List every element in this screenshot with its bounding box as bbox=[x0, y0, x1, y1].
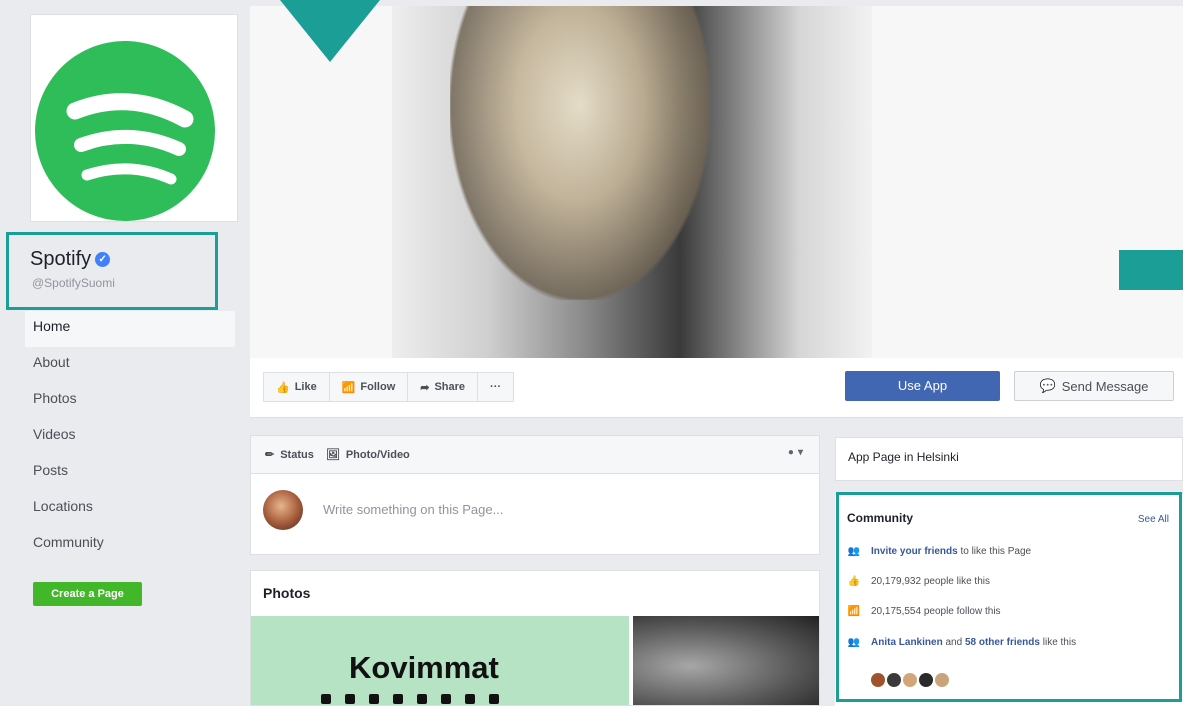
composer-body: Write something on this Page... bbox=[251, 474, 819, 554]
sidebar-item-photos[interactable]: Photos bbox=[25, 383, 235, 419]
spotify-logo bbox=[35, 41, 215, 221]
sidebar-item-videos[interactable]: Videos bbox=[25, 419, 235, 455]
page-actions: 👍 Like 📶 Follow ➦ Share ··· bbox=[263, 372, 515, 402]
more-options-button[interactable]: ··· bbox=[477, 372, 515, 402]
photo-tile-text: Kovimmat bbox=[349, 650, 499, 685]
tab-photo-video-label: Photo/Video bbox=[345, 448, 410, 461]
photo-tile-playlist[interactable]: Kovimmat bbox=[251, 616, 629, 705]
sidebar-item-posts[interactable]: Posts bbox=[25, 455, 235, 491]
cover-photo[interactable] bbox=[250, 0, 1183, 358]
share-arrow-icon: ➦ bbox=[420, 381, 430, 394]
about-card-text: App Page in Helsinki bbox=[848, 450, 959, 464]
like-label: Like bbox=[294, 381, 317, 393]
post-composer: ✏ Status 🖼 Photo/Video ● ▾ Write somethi… bbox=[250, 435, 820, 555]
verified-badge-icon: ✓ bbox=[95, 252, 111, 267]
composer-tabs: ✏ Status 🖼 Photo/Video ● ▾ bbox=[251, 436, 819, 474]
tab-status-label: Status bbox=[280, 448, 314, 461]
post-input[interactable]: Write something on this Page... bbox=[323, 502, 503, 517]
page-action-bar: 👍 Like 📶 Follow ➦ Share ··· Use App 💬 Se… bbox=[250, 358, 1183, 418]
tab-photo-video[interactable]: 🖼 Photo/Video bbox=[325, 448, 410, 462]
photo-icon: 🖼 bbox=[325, 449, 340, 461]
photo-tile-subtext bbox=[321, 691, 571, 705]
tab-status[interactable]: ✏ Status bbox=[265, 448, 314, 462]
photos-section: Photos Kovimmat bbox=[250, 570, 820, 706]
page-name-text[interactable]: Spotify bbox=[30, 248, 91, 271]
sidebar-item-community[interactable]: Community bbox=[25, 527, 235, 563]
annotation-arrow bbox=[280, 0, 380, 62]
photo-tile-portrait[interactable] bbox=[633, 616, 819, 705]
share-label: Share bbox=[434, 381, 466, 393]
use-app-button[interactable]: Use App bbox=[845, 371, 1000, 401]
send-message-button[interactable]: 💬 Send Message bbox=[1014, 371, 1174, 401]
post-as-selector[interactable]: ● ▾ bbox=[788, 447, 803, 458]
sidebar-item-home[interactable]: Home bbox=[25, 311, 235, 347]
share-button[interactable]: ➦ Share bbox=[407, 372, 479, 402]
photos-title: Photos bbox=[263, 585, 311, 601]
follow-button[interactable]: 📶 Follow bbox=[328, 372, 409, 402]
community-highlight bbox=[836, 492, 1182, 702]
rss-icon: 📶 bbox=[341, 381, 356, 394]
messenger-icon: 💬 bbox=[1039, 378, 1056, 393]
profile-picture[interactable] bbox=[30, 14, 238, 222]
like-button[interactable]: 👍 Like bbox=[263, 372, 330, 402]
pencil-icon: ✏ bbox=[265, 449, 275, 461]
follow-label: Follow bbox=[360, 381, 396, 393]
page-name-highlight bbox=[6, 232, 218, 310]
sidebar-nav: Home About Photos Videos Posts Locations… bbox=[25, 311, 235, 563]
avatar bbox=[263, 490, 303, 530]
cover-portrait bbox=[450, 0, 710, 300]
thumbs-up-icon: 👍 bbox=[276, 381, 290, 394]
page-handle: @SpotifySuomi bbox=[32, 276, 115, 290]
sidebar-item-locations[interactable]: Locations bbox=[25, 491, 235, 527]
annotation-marker bbox=[1119, 250, 1183, 290]
cover-top-edge bbox=[250, 0, 1183, 6]
user-avatar-icon: ● bbox=[787, 447, 794, 458]
sidebar-item-about[interactable]: About bbox=[25, 347, 235, 383]
about-card: App Page in Helsinki bbox=[835, 437, 1183, 481]
page-title[interactable]: Spotify ✓ bbox=[30, 248, 111, 271]
create-page-button[interactable]: Create a Page bbox=[33, 582, 142, 606]
send-message-label: Send Message bbox=[1061, 378, 1149, 394]
chevron-down-icon: ▾ bbox=[797, 447, 803, 458]
